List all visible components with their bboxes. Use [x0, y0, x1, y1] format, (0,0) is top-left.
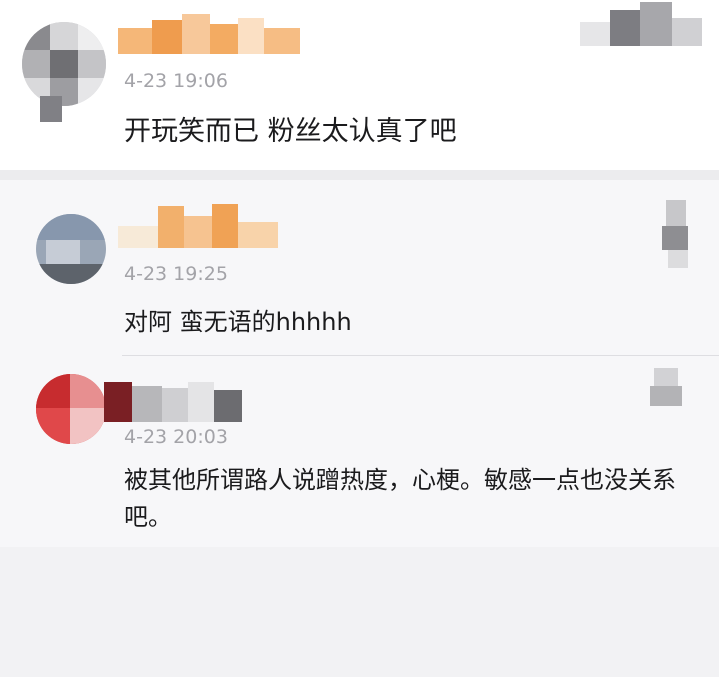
reply-like-button[interactable]	[650, 368, 690, 408]
reply-avatar[interactable]	[36, 374, 106, 444]
reply-avatar[interactable]	[36, 214, 106, 284]
reply-text: 被其他所谓路人说蹭热度，心梗。敏感一点也没关系吧。	[124, 466, 676, 532]
main-comment: 4-23 19:06 开玩笑而已 粉丝太认真了吧	[0, 0, 719, 176]
user-avatar[interactable]	[22, 22, 106, 106]
like-button[interactable]	[580, 2, 710, 62]
comment-text: 开玩笑而已 粉丝太认真了吧	[124, 116, 457, 147]
reply-timestamp: 4-23 19:25	[124, 263, 228, 285]
section-separator	[0, 170, 719, 180]
empty-area	[0, 547, 719, 677]
reply-username[interactable]	[118, 204, 288, 248]
avatar-mosaic-tail	[40, 96, 62, 122]
reply-divider	[122, 355, 719, 356]
username[interactable]	[118, 14, 308, 56]
comment-timestamp: 4-23 19:06	[124, 70, 228, 92]
reply-username[interactable]	[104, 382, 244, 422]
reply-text: 对阿 蛮无语的hhhhh	[124, 308, 352, 336]
reply-like-button[interactable]	[658, 200, 698, 270]
reply-timestamp: 4-23 20:03	[124, 426, 228, 448]
